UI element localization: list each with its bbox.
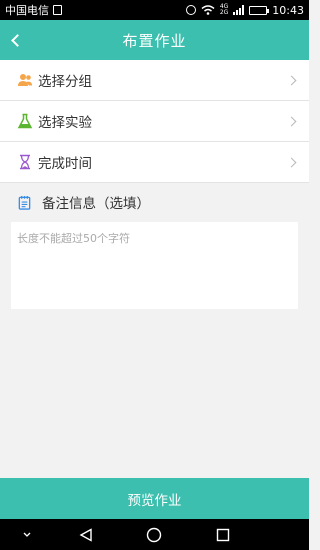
nav-home-button[interactable]: [142, 519, 166, 550]
page-title: 布置作业: [122, 31, 187, 50]
network-type-icon: 4G 2G: [219, 3, 229, 16]
completion-time-item[interactable]: 完成时间: [0, 142, 309, 183]
square-recents-icon: [216, 528, 230, 541]
notes-input[interactable]: [11, 222, 298, 309]
signal-strength-icon: [233, 5, 245, 15]
notes-header: 备注信息（选填）: [0, 183, 309, 221]
battery-icon: [249, 5, 270, 15]
clock: 10:43: [272, 3, 304, 17]
preview-homework-button[interactable]: 预览作业: [0, 478, 309, 519]
wifi-icon: [201, 5, 215, 15]
hourglass-icon: [20, 154, 30, 170]
back-button[interactable]: [0, 20, 30, 60]
select-group-item[interactable]: 选择分组: [0, 60, 309, 101]
chevron-right-icon: [286, 116, 297, 126]
status-bar: 中国电信 4G 2G 10:43: [0, 0, 309, 20]
flask-icon: [17, 113, 33, 129]
sim-card-icon: [53, 5, 62, 15]
settings-list: 选择分组 选择实验 完成时间: [0, 60, 309, 183]
nav-back-button[interactable]: [74, 519, 98, 550]
alarm-icon: [185, 5, 196, 15]
preview-button-label: 预览作业: [127, 492, 182, 509]
menu-label: 选择实验: [38, 115, 92, 131]
system-nav-bar: [0, 519, 309, 550]
hide-keyboard-button[interactable]: [15, 519, 39, 550]
notepad-icon: [18, 195, 31, 210]
select-experiment-item[interactable]: 选择实验: [0, 101, 309, 142]
circle-home-icon: [146, 527, 162, 542]
notes-label: 备注信息（选填）: [42, 196, 150, 212]
triangle-back-icon: [79, 527, 92, 542]
menu-label: 完成时间: [38, 156, 92, 172]
title-bar: 布置作业: [0, 20, 309, 60]
group-icon: [18, 74, 32, 86]
nav-recents-button[interactable]: [211, 519, 235, 550]
chevron-right-icon: [286, 75, 297, 85]
chevron-left-icon: [10, 33, 24, 47]
carrier-name: 中国电信: [5, 4, 49, 17]
chevron-right-icon: [286, 157, 297, 167]
menu-label: 选择分组: [38, 74, 92, 90]
chevron-down-icon: [23, 532, 31, 537]
